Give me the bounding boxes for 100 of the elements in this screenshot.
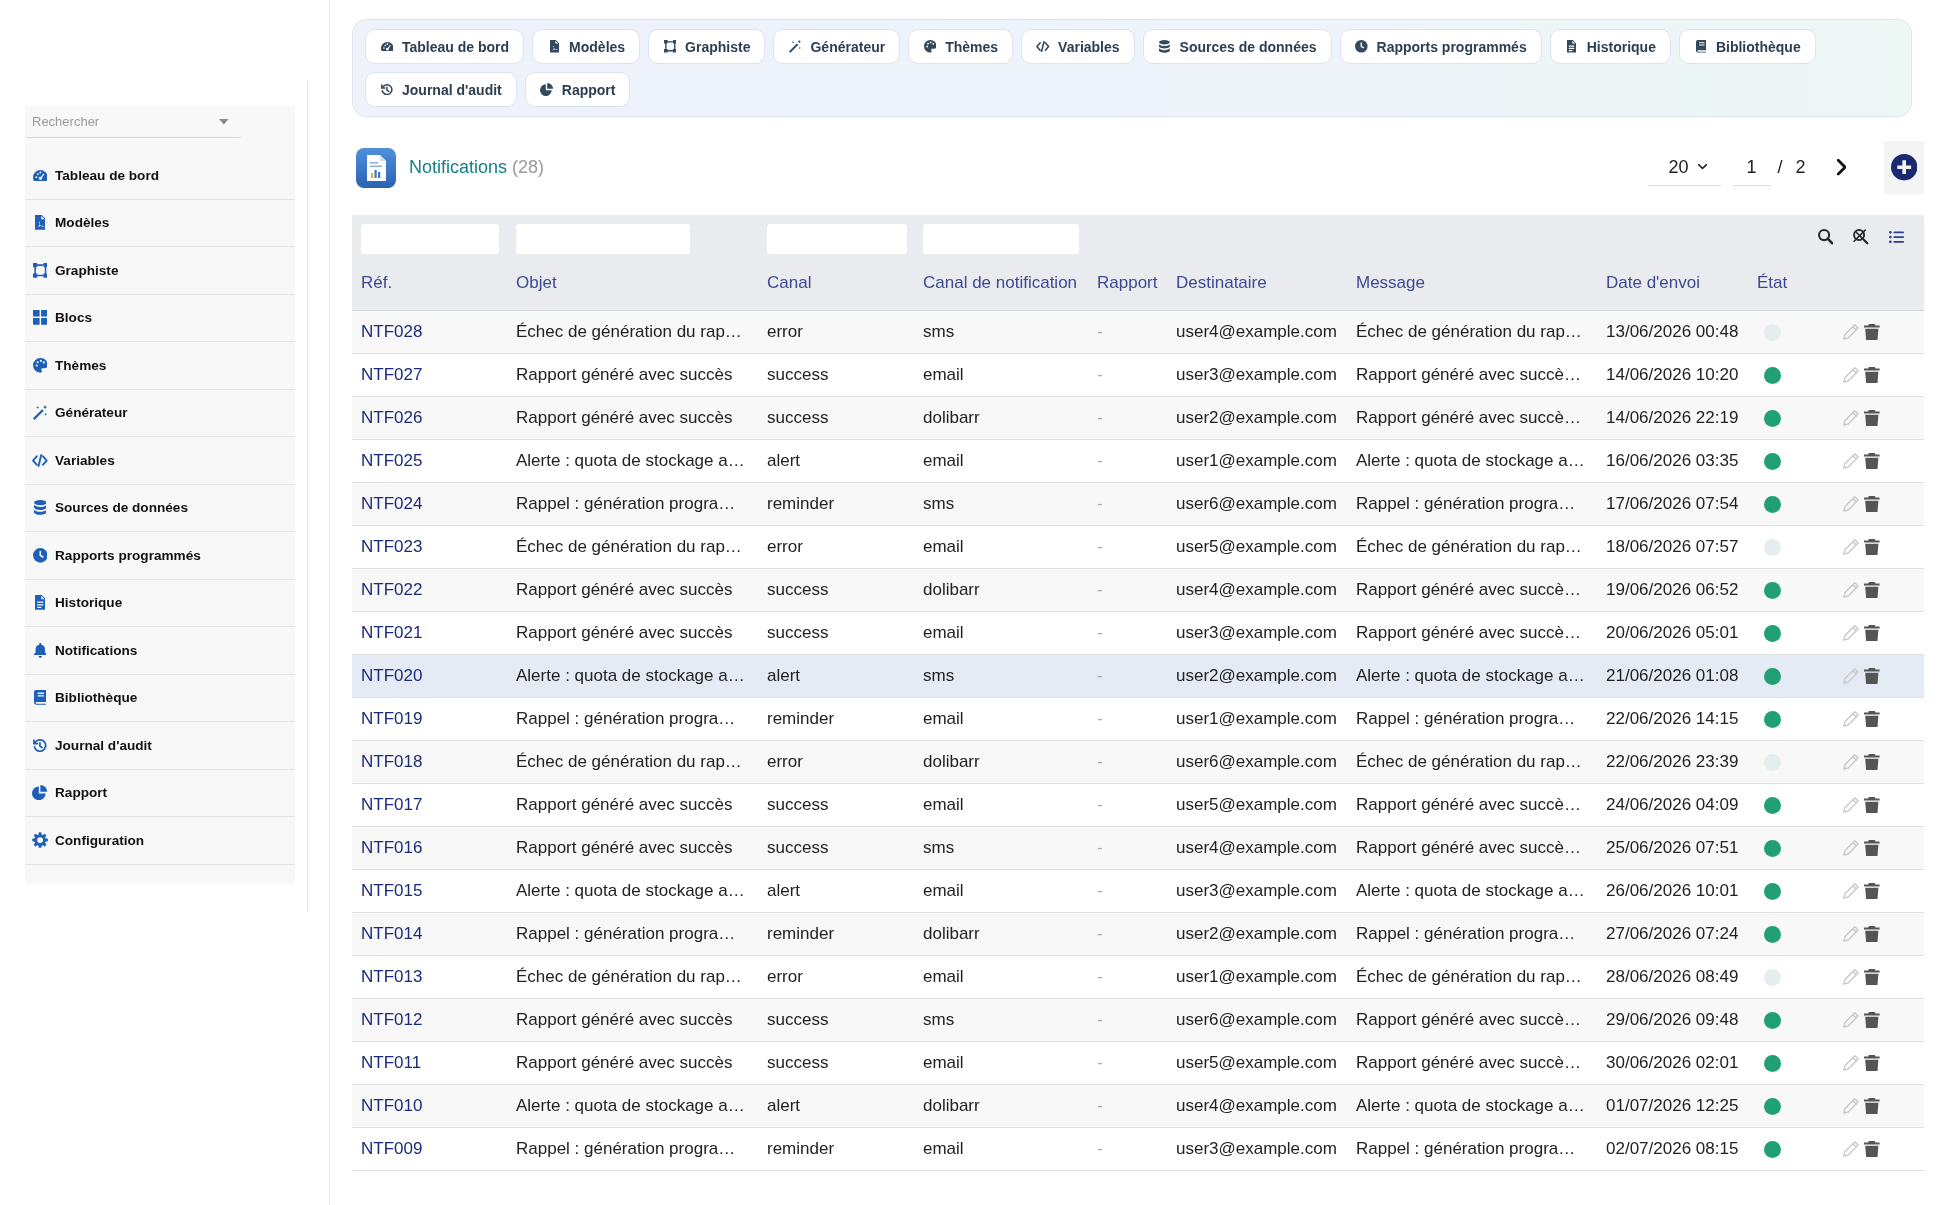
trash-icon[interactable] xyxy=(1863,1097,1880,1115)
add-button[interactable] xyxy=(1884,141,1924,194)
sidebar-item[interactable]: Notifications xyxy=(25,627,295,675)
sidebar-item[interactable]: Modèles xyxy=(25,199,295,247)
trash-icon[interactable] xyxy=(1863,452,1880,470)
trash-icon[interactable] xyxy=(1863,366,1880,384)
table-cell: Rapport généré avec succès xyxy=(516,580,733,600)
nav-tab[interactable]: Modèles xyxy=(532,29,641,64)
column-header[interactable]: Date d'envoi xyxy=(1606,272,1700,293)
ref-link[interactable]: NTF017 xyxy=(361,795,423,815)
trash-icon[interactable] xyxy=(1863,667,1880,685)
sidebar-item[interactable]: Configuration xyxy=(25,817,295,865)
sidebar-item[interactable]: Sources de données xyxy=(25,484,295,532)
table-row[interactable]: NTF010 Alerte : quota de stockage a… alert dolibarr - user4@example.com Alerte : quota de stockage a… 01/07/2026 12:25 xyxy=(352,1085,1924,1128)
sidebar-item[interactable]: Thèmes xyxy=(25,342,295,390)
table-cell: error xyxy=(767,967,803,987)
ref-link[interactable]: NTF028 xyxy=(361,322,423,342)
table-row[interactable]: NTF026 Rapport généré avec succès success dolibarr - user2@example.com Rapport généré avec succè… 14/06/2026 22:19 xyxy=(352,397,1924,440)
nav-tab[interactable]: Journal d'audit xyxy=(365,72,517,107)
sidebar-item[interactable]: Graphiste xyxy=(25,247,295,295)
ref-link[interactable]: NTF014 xyxy=(361,924,423,944)
trash-icon[interactable] xyxy=(1863,839,1880,857)
document-icon xyxy=(1567,40,1577,53)
table-cell: sms xyxy=(923,1010,955,1030)
trash-icon[interactable] xyxy=(1863,968,1880,986)
sidebar-item[interactable]: Tableau de bord xyxy=(25,152,295,200)
column-header[interactable]: Objet xyxy=(516,272,557,293)
ref-link[interactable]: NTF019 xyxy=(361,709,423,729)
nav-tab[interactable]: Graphiste xyxy=(648,29,766,64)
table-row[interactable]: NTF020 Alerte : quota de stockage a… alert sms - user2@example.com Alerte : quota de stockage a… 21/06/2026 01:08 xyxy=(352,655,1924,698)
table-row[interactable]: NTF018 Échec de génération du rap… error dolibarr - user6@example.com Échec de génération du rap… 22/06/2026 23:39 xyxy=(352,741,1924,784)
trash-icon[interactable] xyxy=(1863,323,1880,341)
nav-tab[interactable]: Tableau de bord xyxy=(365,29,525,64)
table-row[interactable]: NTF012 Rapport généré avec succès success sms - user6@example.com Rapport généré avec succè… 29/06/2026 09:48 xyxy=(352,999,1924,1042)
table-row[interactable]: NTF016 Rapport généré avec succès success sms - user4@example.com Rapport généré avec succè… 25/06/2026 07:51 xyxy=(352,827,1924,870)
trash-icon[interactable] xyxy=(1863,925,1880,943)
trash-icon[interactable] xyxy=(1863,409,1880,427)
clock-icon xyxy=(32,547,48,563)
trash-icon[interactable] xyxy=(1863,538,1880,556)
ref-link[interactable]: NTF011 xyxy=(361,1053,422,1073)
search-field[interactable]: Rechercher xyxy=(25,106,241,138)
nav-tab[interactable]: Rapport xyxy=(524,72,631,107)
column-header[interactable]: Rapport xyxy=(1097,272,1158,293)
ref-link[interactable]: NTF027 xyxy=(361,365,423,385)
column-header[interactable]: Message xyxy=(1356,272,1425,293)
page-size-select[interactable]: 20 xyxy=(1648,149,1721,186)
column-header[interactable]: Canal xyxy=(767,272,812,293)
ref-link[interactable]: NTF013 xyxy=(361,967,423,987)
ref-link[interactable]: NTF023 xyxy=(361,537,423,557)
sidebar-item[interactable]: Blocs xyxy=(25,294,295,342)
column-header[interactable]: Destinataire xyxy=(1176,272,1267,293)
ref-link[interactable]: NTF015 xyxy=(361,881,423,901)
sidebar-item[interactable]: Rapports programmés xyxy=(25,532,295,580)
trash-icon[interactable] xyxy=(1863,753,1880,771)
table-row[interactable]: NTF022 Rapport généré avec succès success dolibarr - user4@example.com Rapport généré avec succè… 19/06/2026 06:52 xyxy=(352,569,1924,612)
ref-link[interactable]: NTF009 xyxy=(361,1139,423,1159)
trash-icon[interactable] xyxy=(1863,624,1880,642)
trash-icon[interactable] xyxy=(1863,882,1880,900)
nav-tab[interactable]: Thèmes xyxy=(908,29,1014,64)
table-cell: success xyxy=(767,1010,829,1030)
sidebar-item[interactable]: Générateur xyxy=(25,389,295,437)
nav-tab[interactable]: Rapports programmés xyxy=(1339,29,1542,64)
nav-tab[interactable]: Bibliothèque xyxy=(1678,29,1816,64)
ref-link[interactable]: NTF018 xyxy=(361,752,423,772)
table-row[interactable]: NTF014 Rappel : génération progra… reminder dolibarr - user2@example.com Rappel : génération progra… 27/06/2026 07:24 xyxy=(352,913,1924,956)
trash-icon[interactable] xyxy=(1863,796,1880,814)
trash-icon[interactable] xyxy=(1863,1054,1880,1072)
ref-link[interactable]: NTF025 xyxy=(361,451,423,471)
list-icon[interactable] xyxy=(1889,230,1904,244)
nav-tab[interactable]: Variables xyxy=(1021,29,1135,64)
search-icon[interactable] xyxy=(1817,229,1834,245)
ref-link[interactable]: NTF022 xyxy=(361,580,423,600)
sidebar-item[interactable]: Variables xyxy=(25,437,295,485)
trash-icon[interactable] xyxy=(1863,495,1880,513)
trash-icon[interactable] xyxy=(1863,1140,1880,1158)
ref-link[interactable]: NTF026 xyxy=(361,408,423,428)
ref-link[interactable]: NTF021 xyxy=(361,623,423,643)
table-row[interactable]: NTF028 Échec de génération du rap… error sms - user4@example.com Échec de génération du rap… 13/06/2026 00:48 xyxy=(352,311,1924,354)
ref-link[interactable]: NTF010 xyxy=(361,1096,423,1116)
table-row[interactable]: NTF024 Rappel : génération progra… reminder sms - user6@example.com Rappel : génération progra… 17/06/2026 07:54 xyxy=(352,483,1924,526)
sidebar-item[interactable]: Bibliothèque xyxy=(25,674,295,722)
trash-icon[interactable] xyxy=(1863,710,1880,728)
ref-link[interactable]: NTF012 xyxy=(361,1010,423,1030)
sidebar-item[interactable]: Journal d'audit xyxy=(25,722,295,770)
column-header[interactable]: Canal de notification xyxy=(923,272,1078,293)
sidebar-item[interactable]: Rapport xyxy=(25,769,295,817)
column-header[interactable]: État xyxy=(1757,272,1788,293)
nav-tab[interactable]: Générateur xyxy=(773,29,901,64)
ref-link[interactable]: NTF024 xyxy=(361,494,423,514)
column-header[interactable]: Réf. xyxy=(361,272,393,293)
sidebar-item[interactable]: Historique xyxy=(25,579,295,627)
trash-icon[interactable] xyxy=(1863,581,1880,599)
crossed-magnifier-icon[interactable] xyxy=(1853,229,1869,245)
page-input[interactable]: 1 xyxy=(1732,149,1771,186)
table-cell: user6@example.com xyxy=(1176,752,1337,772)
nav-tab[interactable]: Sources de données xyxy=(1142,29,1332,64)
ref-link[interactable]: NTF016 xyxy=(361,838,423,858)
nav-tab[interactable]: Historique xyxy=(1549,29,1671,64)
ref-link[interactable]: NTF020 xyxy=(361,666,423,686)
trash-icon[interactable] xyxy=(1863,1011,1880,1029)
